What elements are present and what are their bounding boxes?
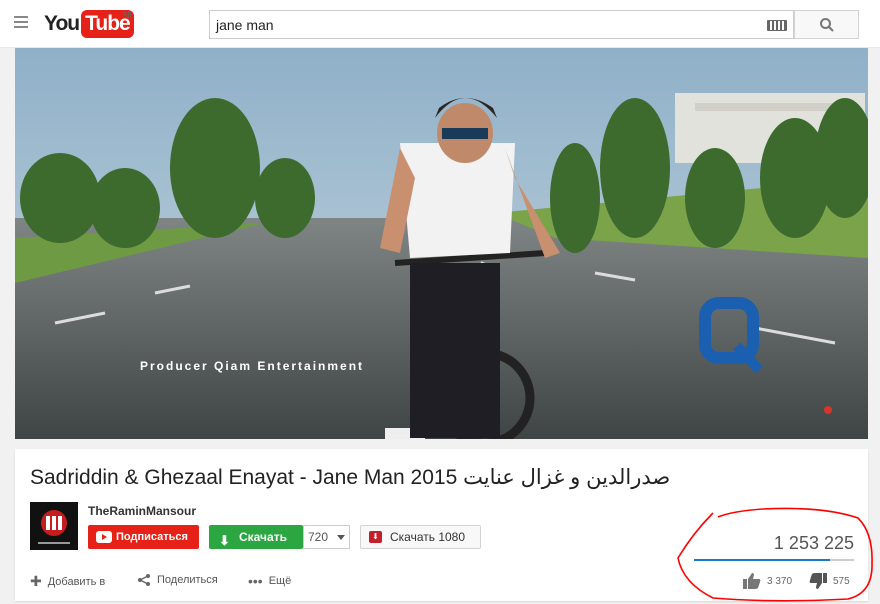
like-button[interactable]: 3 370	[743, 573, 792, 589]
subscribe-button[interactable]: Подписаться	[88, 525, 199, 549]
dislike-button[interactable]: 575	[809, 573, 850, 589]
keyboard-icon[interactable]	[767, 20, 787, 31]
download-arrow-icon: ⬇	[219, 533, 230, 548]
download-1080-label: Скачать 1080	[390, 530, 466, 544]
share-button[interactable]: Поделиться	[137, 573, 218, 587]
like-ratio-fill	[694, 559, 830, 561]
search-input[interactable]: jane man	[209, 10, 794, 39]
country-code: NL	[123, 10, 135, 20]
add-to-label: Добавить в	[47, 575, 106, 588]
video-frame: Producer Qiam Entertainment	[15, 48, 868, 439]
search-query: jane man	[216, 17, 274, 33]
subscribe-label: Подписаться	[116, 531, 188, 543]
masthead: You Tube NL jane man	[0, 0, 880, 48]
plus-icon: ✚	[30, 573, 42, 589]
record-icon	[824, 406, 832, 414]
share-label: Поделиться	[157, 574, 218, 586]
like-count: 3 370	[767, 575, 793, 587]
chevron-down-icon	[337, 535, 345, 540]
dislike-count: 575	[833, 575, 850, 587]
channel-name[interactable]: TheRaminMansour	[88, 504, 196, 518]
view-count: 1 253 225	[773, 533, 854, 553]
youtube-play-icon	[96, 531, 112, 543]
more-button[interactable]: ••• Ещё	[248, 573, 291, 589]
video-player[interactable]: Producer Qiam Entertainment	[15, 48, 868, 439]
channel-logo-icon	[30, 502, 78, 550]
like-ratio-bar	[694, 559, 854, 561]
video-overlay-text: Producer Qiam Entertainment	[140, 359, 364, 373]
menu-icon[interactable]	[14, 16, 28, 28]
thumbs-up-icon	[743, 573, 761, 589]
thumbs-down-icon	[809, 573, 827, 589]
video-title: Sadriddin & Ghezaal Enayat - Jane Man 20…	[30, 466, 671, 489]
quality-value: 720	[308, 530, 329, 544]
search-icon	[820, 18, 834, 32]
download-icon: ⬇	[369, 531, 382, 543]
video-info-card: Sadriddin & Ghezaal Enayat - Jane Man 20…	[15, 449, 868, 601]
more-label: Ещё	[268, 575, 292, 587]
add-to-button[interactable]: ✚ Добавить в	[30, 573, 105, 590]
logo-you-text: You	[44, 12, 80, 35]
download-label: Скачать	[239, 530, 287, 544]
download-button[interactable]: ⬇ Скачать	[209, 525, 303, 549]
more-dots-icon: •••	[248, 573, 263, 589]
channel-avatar[interactable]	[30, 502, 78, 550]
youtube-logo[interactable]: You Tube	[44, 10, 134, 38]
download-1080-button[interactable]: ⬇ Скачать 1080	[360, 525, 481, 549]
quality-dropdown[interactable]: 720	[303, 525, 350, 549]
share-icon	[138, 574, 150, 586]
search-button[interactable]	[794, 10, 859, 39]
